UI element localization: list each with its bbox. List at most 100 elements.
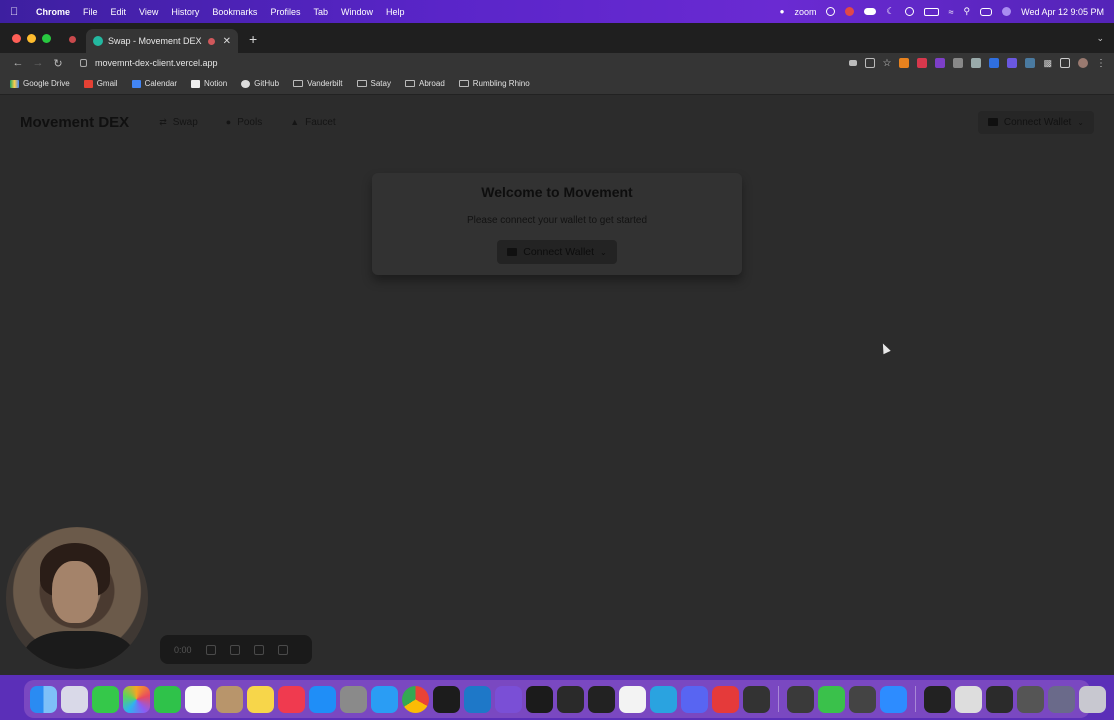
- zoom-icon[interactable]: [880, 685, 907, 713]
- calendar-icon[interactable]: [185, 685, 212, 713]
- window-thumb-icon[interactable]: [1017, 685, 1044, 713]
- extension-teal-icon[interactable]: [1025, 58, 1036, 68]
- bookmark-abroad[interactable]: Abroad: [404, 79, 445, 88]
- side-panel-icon[interactable]: [1060, 58, 1070, 68]
- unity-alt-icon[interactable]: [849, 685, 876, 713]
- moon-icon[interactable]: ☾: [886, 6, 894, 17]
- new-tab-button[interactable]: +: [249, 31, 257, 47]
- nav-pools[interactable]: ● Pools: [226, 117, 262, 128]
- address-bar[interactable]: movemnt-dex-client.vercel.app: [74, 55, 849, 71]
- menu-bookmarks[interactable]: Bookmarks: [212, 7, 257, 17]
- menu-view[interactable]: View: [139, 7, 158, 17]
- vscode-icon[interactable]: [464, 685, 491, 713]
- extension-light-icon[interactable]: [971, 58, 982, 68]
- chrome-menu-icon[interactable]: ⋮: [1096, 58, 1106, 69]
- cloud-icon[interactable]: [864, 8, 877, 15]
- intellij-icon[interactable]: [557, 685, 584, 713]
- share-icon[interactable]: [864, 58, 875, 68]
- webcam-overlay[interactable]: [6, 527, 148, 669]
- close-window-button[interactable]: [12, 34, 21, 43]
- trash-bin-icon[interactable]: [1079, 685, 1106, 713]
- zoom-status[interactable]: zoom: [794, 7, 816, 17]
- visual-studio-icon[interactable]: [495, 685, 522, 713]
- downloads-folder-icon[interactable]: [1048, 685, 1075, 713]
- tab-search-chevron-icon[interactable]: ⌄: [1096, 33, 1104, 44]
- menu-tab[interactable]: Tab: [313, 7, 328, 17]
- wifi-icon[interactable]: ≈: [949, 7, 954, 17]
- nav-swap[interactable]: ⇄ Swap: [159, 117, 198, 128]
- extension-red-icon[interactable]: [917, 58, 928, 68]
- creative-cloud-icon[interactable]: [712, 685, 739, 713]
- messages-icon[interactable]: [92, 685, 119, 713]
- back-button[interactable]: ←: [8, 57, 28, 69]
- battery-icon[interactable]: [923, 7, 939, 16]
- record-status-icon[interactable]: [845, 7, 855, 16]
- bookmark-github[interactable]: GitHub: [241, 79, 279, 88]
- bookmark-calendar[interactable]: Calendar: [131, 79, 177, 88]
- close-tab-icon[interactable]: ✕: [223, 36, 231, 47]
- rider-icon[interactable]: [526, 685, 553, 713]
- forward-button[interactable]: →: [28, 57, 48, 69]
- menu-help[interactable]: Help: [386, 7, 405, 17]
- bookmark-vanderbilt[interactable]: Vanderbilt: [293, 79, 343, 88]
- photos-icon[interactable]: [123, 685, 150, 713]
- window-thumb-icon[interactable]: [924, 685, 951, 713]
- menu-edit[interactable]: Edit: [111, 7, 127, 17]
- app-store-icon[interactable]: [309, 685, 336, 713]
- url-text[interactable]: movemnt-dex-client.vercel.app: [95, 58, 218, 68]
- siri-icon[interactable]: [1002, 7, 1012, 16]
- unity-hub-icon[interactable]: [787, 685, 814, 713]
- apple-menu-icon[interactable]: : [10, 6, 24, 18]
- bookmark-google-drive[interactable]: Google Drive: [10, 79, 70, 88]
- play-icon[interactable]: [904, 7, 914, 16]
- profile-avatar[interactable]: [1078, 58, 1088, 68]
- tab-swap-movement-dex[interactable]: Swap - Movement DEX ✕: [86, 29, 238, 53]
- extension-gray-icon[interactable]: [953, 58, 964, 68]
- bookmark-star-icon[interactable]: ☆: [883, 58, 892, 69]
- menu-window[interactable]: Window: [341, 7, 373, 17]
- window-thumb-icon[interactable]: [955, 685, 982, 713]
- safari-icon[interactable]: [371, 685, 398, 713]
- reload-button[interactable]: ↻: [48, 57, 68, 70]
- site-logo[interactable]: Movement DEX: [20, 114, 129, 131]
- gear-status-icon[interactable]: [826, 7, 836, 16]
- menu-history[interactable]: History: [171, 7, 199, 17]
- grid-icon[interactable]: [205, 644, 216, 655]
- contacts-icon[interactable]: [216, 685, 243, 713]
- connect-wallet-button[interactable]: Connect Wallet ⌄: [497, 240, 617, 264]
- bookmark-gmail[interactable]: Gmail: [83, 79, 118, 88]
- clock-text[interactable]: Wed Apr 12 9:05 PM: [1021, 7, 1104, 17]
- extension-purple-icon[interactable]: [935, 58, 946, 68]
- extension-blue-icon[interactable]: [989, 58, 1000, 68]
- bookmark-satay[interactable]: Satay: [356, 79, 391, 88]
- pause-icon[interactable]: [253, 644, 264, 655]
- chrome-icon[interactable]: [402, 685, 429, 713]
- slack-icon[interactable]: [619, 685, 646, 713]
- window-thumb-icon[interactable]: [986, 685, 1013, 713]
- control-center-icon[interactable]: [980, 7, 993, 16]
- unity-icon[interactable]: [743, 685, 770, 713]
- lock-icon[interactable]: [80, 59, 87, 67]
- terminal-icon[interactable]: [433, 685, 460, 713]
- trash-icon[interactable]: [277, 644, 288, 655]
- maximize-window-button[interactable]: [42, 34, 51, 43]
- discord-icon[interactable]: [681, 685, 708, 713]
- restart-icon[interactable]: [229, 644, 240, 655]
- news-icon[interactable]: [278, 685, 305, 713]
- webstorm-icon[interactable]: [588, 685, 615, 713]
- system-settings-icon[interactable]: [340, 685, 367, 713]
- extensions-puzzle-icon[interactable]: ▩: [1043, 58, 1052, 69]
- search-icon[interactable]: ⚲: [964, 6, 971, 17]
- bookmark-rumbling-rhino[interactable]: Rumbling Rhino: [458, 79, 530, 88]
- header-connect-wallet-button[interactable]: Connect Wallet ⌄: [977, 110, 1094, 134]
- android-file-icon[interactable]: [818, 685, 845, 713]
- menu-profiles[interactable]: Profiles: [270, 7, 300, 17]
- menu-app-name[interactable]: Chrome: [36, 7, 70, 17]
- launchpad-icon[interactable]: [61, 685, 88, 713]
- menu-file[interactable]: File: [83, 7, 98, 17]
- metamask-extension-icon[interactable]: [899, 58, 910, 68]
- minimize-window-button[interactable]: [27, 34, 36, 43]
- bookmark-notion[interactable]: Notion: [191, 79, 227, 88]
- extension-violet-icon[interactable]: [1007, 58, 1018, 68]
- nav-faucet[interactable]: ▲ Faucet: [290, 117, 336, 128]
